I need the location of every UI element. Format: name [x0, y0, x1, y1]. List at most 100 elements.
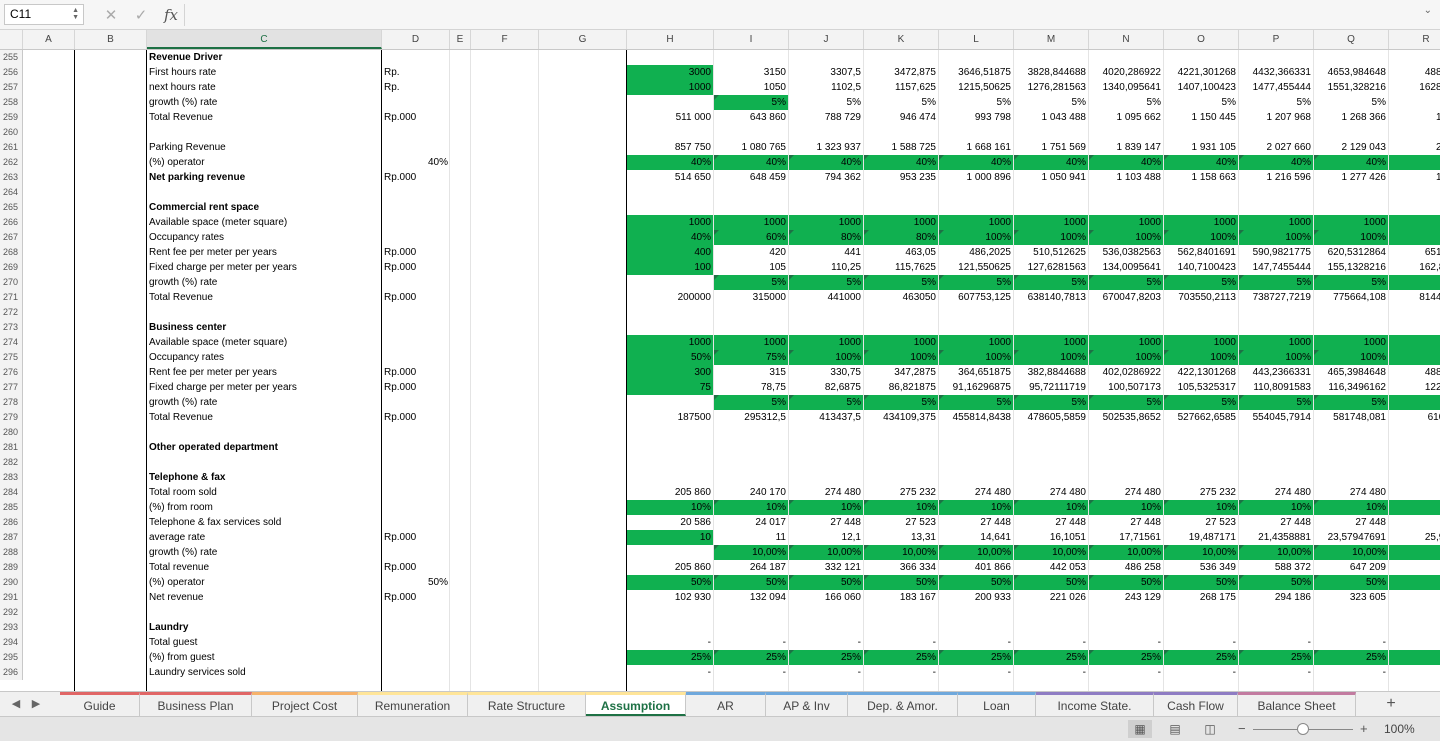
zoom-slider[interactable]	[1253, 723, 1353, 735]
value-cell-m[interactable]: 1 043 488	[1014, 110, 1088, 125]
column-header-e[interactable]: E	[450, 30, 471, 49]
value-cell-l[interactable]: 27 448	[939, 515, 1013, 530]
value-cell-m[interactable]: 5%	[1014, 275, 1088, 290]
value-cell-o[interactable]: 1000	[1164, 215, 1238, 230]
value-cell-m[interactable]: 100%	[1014, 350, 1088, 365]
unit-cell[interactable]: Rp.000	[382, 290, 450, 305]
sheet-tab-business-plan[interactable]: Business Plan	[140, 692, 252, 716]
value-cell-o[interactable]: 268 175	[1164, 590, 1238, 605]
value-cell-n[interactable]: 243 129	[1089, 590, 1163, 605]
row-number[interactable]: 285	[0, 500, 23, 515]
value-cell-k[interactable]: 183 167	[864, 590, 938, 605]
value-cell-k[interactable]: 366 334	[864, 560, 938, 575]
value-cell-k[interactable]: 13,31	[864, 530, 938, 545]
sheet-tab-ap-inv[interactable]: AP & Inv	[766, 692, 848, 716]
value-cell-n[interactable]: 50%	[1089, 575, 1163, 590]
row-label[interactable]: Occupancy rates	[147, 230, 382, 245]
value-cell-k[interactable]: 5%	[864, 275, 938, 290]
row-label[interactable]: Telephone & fax	[147, 470, 382, 485]
sheet-tab-balance-sheet[interactable]: Balance Sheet	[1238, 692, 1356, 716]
value-cell-q[interactable]: 775664,108	[1314, 290, 1388, 305]
value-cell-i[interactable]: 264 187	[714, 560, 788, 575]
row-number[interactable]: 293	[0, 620, 23, 635]
value-cell-r[interactable]	[1389, 230, 1440, 245]
unit-cell[interactable]: Rp.000	[382, 365, 450, 380]
value-cell-j[interactable]: 1000	[789, 335, 863, 350]
value-cell-n[interactable]: 670047,8203	[1089, 290, 1163, 305]
value-cell-k[interactable]: 275 232	[864, 485, 938, 500]
value-cell-i[interactable]: 1050	[714, 80, 788, 95]
row-number[interactable]: 277	[0, 380, 23, 395]
value-cell-n[interactable]: 536,0382563	[1089, 245, 1163, 260]
value-cell-m[interactable]: 10%	[1014, 500, 1088, 515]
value-cell-m[interactable]: 3828,844688	[1014, 65, 1088, 80]
value-cell-q[interactable]: 116,3496162	[1314, 380, 1388, 395]
value-cell-l[interactable]: 5%	[939, 95, 1013, 110]
value-cell-j[interactable]: 1 323 937	[789, 140, 863, 155]
value-cell-p[interactable]: 5%	[1239, 95, 1313, 110]
value-cell-o[interactable]: 100%	[1164, 230, 1238, 245]
row-label[interactable]: growth (%) rate	[147, 395, 382, 410]
value-cell-n[interactable]: 100%	[1089, 350, 1163, 365]
unit-cell[interactable]: Rp.000	[382, 590, 450, 605]
value-cell-i[interactable]: 315	[714, 365, 788, 380]
value-cell-p[interactable]: 25%	[1239, 650, 1313, 665]
row-number[interactable]: 255	[0, 50, 23, 65]
value-cell-r[interactable]: 162,8894	[1389, 260, 1440, 275]
value-cell-i[interactable]: 50%	[714, 575, 788, 590]
row-number[interactable]: 281	[0, 440, 23, 455]
row-number[interactable]: 296	[0, 665, 23, 680]
value-cell-q[interactable]: 100%	[1314, 230, 1388, 245]
row-number[interactable]: 287	[0, 530, 23, 545]
value-cell-i[interactable]: 132 094	[714, 590, 788, 605]
value-cell-j[interactable]: 788 729	[789, 110, 863, 125]
column-header-a[interactable]: A	[23, 30, 75, 49]
value-cell-o[interactable]: 1 158 663	[1164, 170, 1238, 185]
row-number[interactable]: 270	[0, 275, 23, 290]
value-cell-q[interactable]: 274 480	[1314, 485, 1388, 500]
value-cell-n[interactable]: -	[1089, 635, 1163, 650]
value-cell-p[interactable]: -	[1239, 635, 1313, 650]
value-cell-o[interactable]: 40%	[1164, 155, 1238, 170]
value-cell-j[interactable]: 794 362	[789, 170, 863, 185]
value-cell-i[interactable]: -	[714, 635, 788, 650]
value-cell-j[interactable]: 10%	[789, 500, 863, 515]
value-cell-h[interactable]: 187500	[627, 410, 713, 425]
value-cell-o[interactable]: 27 523	[1164, 515, 1238, 530]
value-cell-h[interactable]: 10	[627, 530, 713, 545]
value-cell-q[interactable]: -	[1314, 635, 1388, 650]
value-cell-p[interactable]: 10%	[1239, 500, 1313, 515]
row-number[interactable]: 265	[0, 200, 23, 215]
value-cell-h[interactable]: 511 000	[627, 110, 713, 125]
value-cell-j[interactable]: 110,25	[789, 260, 863, 275]
value-cell-m[interactable]: 274 480	[1014, 485, 1088, 500]
function-icon[interactable]: fx	[156, 4, 186, 26]
value-cell-i[interactable]: -	[714, 665, 788, 680]
row-number[interactable]: 286	[0, 515, 23, 530]
value-cell-r[interactable]: 10	[1389, 545, 1440, 560]
value-cell-q[interactable]: 1 268 366	[1314, 110, 1388, 125]
value-cell-l[interactable]: 200 933	[939, 590, 1013, 605]
value-cell-r[interactable]: 27	[1389, 515, 1440, 530]
value-cell-r[interactable]: 711	[1389, 560, 1440, 575]
value-cell-l[interactable]: 40%	[939, 155, 1013, 170]
value-cell-m[interactable]: -	[1014, 665, 1088, 680]
value-cell-r[interactable]	[1389, 650, 1440, 665]
value-cell-m[interactable]: 5%	[1014, 95, 1088, 110]
value-cell-h[interactable]: 205 860	[627, 485, 713, 500]
value-cell-r[interactable]: 1 341	[1389, 170, 1440, 185]
row-number[interactable]: 276	[0, 365, 23, 380]
value-cell-l[interactable]: 5%	[939, 395, 1013, 410]
chevron-down-icon[interactable]: ⌄	[1424, 5, 1432, 16]
value-cell-h[interactable]: 40%	[627, 155, 713, 170]
unit-cell[interactable]: Rp.000	[382, 170, 450, 185]
value-cell-n[interactable]: 10%	[1089, 500, 1163, 515]
row-number[interactable]: 259	[0, 110, 23, 125]
value-cell-j[interactable]: 330,75	[789, 365, 863, 380]
value-cell-m[interactable]: -	[1014, 635, 1088, 650]
value-cell-l[interactable]: 10,00%	[939, 545, 1013, 560]
sheet-tab-project-cost[interactable]: Project Cost	[252, 692, 358, 716]
value-cell-r[interactable]: 25,9374	[1389, 530, 1440, 545]
value-cell-k[interactable]: 10,00%	[864, 545, 938, 560]
value-cell-h[interactable]: -	[627, 665, 713, 680]
